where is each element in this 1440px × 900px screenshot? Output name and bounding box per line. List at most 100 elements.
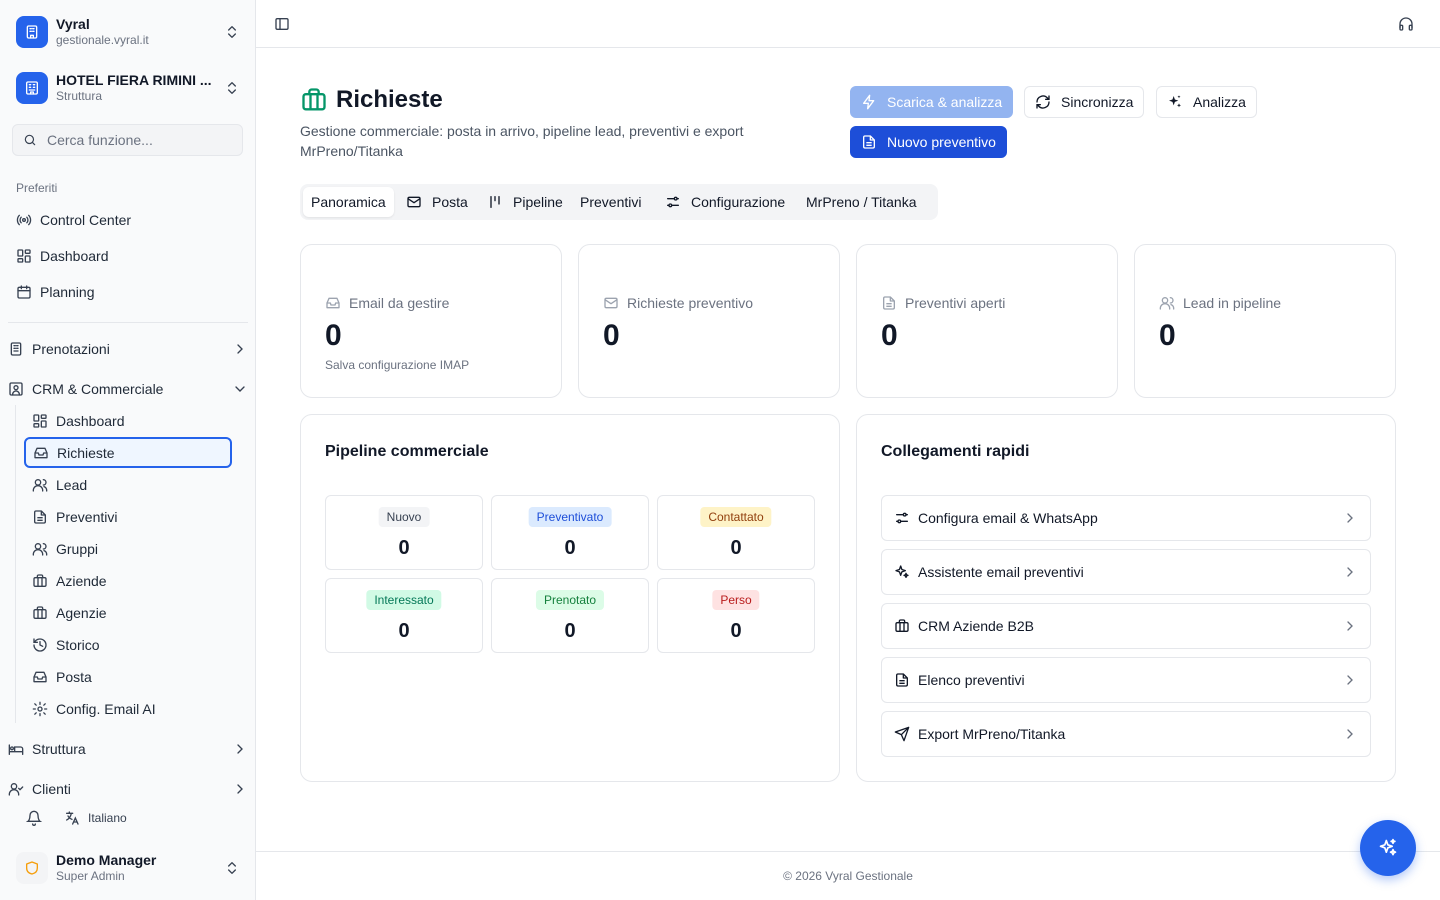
- function-search[interactable]: [12, 124, 243, 156]
- sidebar-divider: [8, 322, 248, 323]
- sliders-icon: [896, 512, 908, 524]
- quick-links-card: Collegamenti rapidi Configura email & Wh…: [856, 414, 1396, 782]
- workspace-switcher[interactable]: Vyral gestionale.vyral.it: [8, 8, 248, 56]
- panel-left-icon: [275, 18, 289, 30]
- language-selector[interactable]: Italiano: [64, 804, 127, 832]
- stage-badge: Nuovo: [378, 507, 430, 527]
- sync-button[interactable]: Sincronizza: [1024, 86, 1145, 118]
- quick-link-label: Configura email & WhatsApp: [918, 510, 1098, 526]
- new-quote-button[interactable]: Nuovo preventivo: [850, 126, 1007, 158]
- sidebar-item-lead[interactable]: Lead: [24, 470, 232, 500]
- pipeline-stage-contattato[interactable]: Contattato 0: [657, 495, 815, 570]
- section-clienti[interactable]: Clienti: [8, 773, 248, 797]
- stat-card-richieste: Richieste preventivo 0: [578, 244, 840, 398]
- sidebar-item-aziende[interactable]: Aziende: [24, 566, 232, 596]
- pipeline-stage-interessato[interactable]: Interessato 0: [325, 578, 483, 653]
- favorite-label: Dashboard: [40, 248, 109, 264]
- button-label: Sincronizza: [1061, 94, 1134, 110]
- sidebar-item-posta[interactable]: Posta: [24, 662, 232, 692]
- languages-icon: [66, 811, 79, 825]
- building-icon: [10, 342, 22, 356]
- briefcase-icon: [302, 88, 326, 111]
- user-check-icon: [8, 783, 24, 796]
- quick-link-crm-b2b[interactable]: CRM Aziende B2B: [881, 603, 1371, 649]
- sidebar-item-label: Dashboard: [56, 413, 125, 429]
- pipeline-stage-prenotato[interactable]: Prenotato 0: [491, 578, 649, 653]
- section-struttura[interactable]: Struttura: [8, 733, 248, 765]
- favorite-dashboard[interactable]: Dashboard: [16, 240, 240, 272]
- file-text-icon: [896, 673, 908, 687]
- quick-link-label: Assistente email preventivi: [918, 564, 1084, 580]
- section-label: CRM & Commerciale: [32, 381, 164, 397]
- submenu-guide: [15, 405, 16, 723]
- sidebar-item-label: Richieste: [57, 444, 115, 461]
- chevron-right-icon: [237, 744, 243, 754]
- language-label: Italiano: [88, 811, 127, 825]
- sidebar-item-gruppi[interactable]: Gruppi: [24, 534, 232, 564]
- workspace-domain: gestionale.vyral.it: [56, 33, 149, 47]
- favorite-control-center[interactable]: Control Center: [16, 204, 240, 236]
- button-label: Scarica & analizza: [887, 94, 1003, 110]
- stat-label: Lead in pipeline: [1183, 295, 1282, 311]
- user-name: Demo Manager: [56, 852, 157, 868]
- stage-count: 0: [564, 537, 576, 559]
- kanban-icon: [490, 196, 500, 208]
- sparkles-icon: [895, 565, 909, 578]
- hotel-icon: [16, 72, 48, 104]
- stage-count: 0: [398, 620, 410, 642]
- tab-configurazione[interactable]: Configurazione: [657, 187, 793, 217]
- section-label: Clienti: [32, 781, 71, 797]
- section-crm[interactable]: CRM & Commerciale: [8, 373, 248, 405]
- download-analyze-button[interactable]: Scarica & analizza: [850, 86, 1014, 118]
- chevron-right-icon: [1347, 729, 1353, 739]
- stat-value: 0: [1159, 319, 1176, 352]
- property-type: Struttura: [56, 89, 103, 103]
- grid-icon: [33, 414, 47, 428]
- stat-label: Preventivi aperti: [905, 295, 1006, 311]
- support-button[interactable]: [1392, 10, 1420, 38]
- property-name: HOTEL FIERA RIMINI ...: [56, 72, 212, 88]
- stat-card-preventivi: Preventivi aperti 0: [856, 244, 1118, 398]
- pipeline-stage-perso[interactable]: Perso 0: [657, 578, 815, 653]
- sidebar-item-preventivi[interactable]: Preventivi: [24, 502, 232, 532]
- pipeline-stage-nuovo[interactable]: Nuovo 0: [325, 495, 483, 570]
- building-icon: [16, 16, 48, 48]
- pipeline-stage-preventivato[interactable]: Preventivato 0: [491, 495, 649, 570]
- tab-pipeline[interactable]: Pipeline: [479, 187, 571, 217]
- tab-label: Posta: [432, 194, 468, 210]
- sidebar-item-storico[interactable]: Storico: [24, 630, 232, 660]
- notifications-button[interactable]: [20, 804, 48, 832]
- sidebar-item-dashboard[interactable]: Dashboard: [24, 406, 232, 436]
- tab-panoramica[interactable]: Panoramica: [303, 187, 394, 217]
- stat-value: 0: [603, 319, 620, 352]
- zap-icon: [863, 94, 875, 110]
- sidebar-item-config-email-ai[interactable]: Config. Email AI: [24, 694, 232, 724]
- quick-link-quote-list[interactable]: Elenco preventivi: [881, 657, 1371, 703]
- sidebar-item-richieste[interactable]: Richieste: [24, 437, 232, 468]
- favorite-planning[interactable]: Planning: [16, 276, 240, 308]
- property-switcher[interactable]: HOTEL FIERA RIMINI ... Struttura: [8, 64, 248, 112]
- quick-link-email-assistant[interactable]: Assistente email preventivi: [881, 549, 1371, 595]
- search-input[interactable]: [47, 132, 227, 148]
- chevrons-up-down-icon: [228, 82, 236, 94]
- main-content: Richieste Gestione commerciale: posta in…: [256, 0, 1440, 900]
- pipeline-card: Pipeline commerciale Nuovo 0 Preventivat…: [300, 414, 840, 782]
- quick-link-label: Elenco preventivi: [918, 672, 1025, 688]
- button-label: Analizza: [1193, 94, 1246, 110]
- tab-posta[interactable]: Posta: [398, 187, 476, 217]
- toggle-sidebar-button[interactable]: [268, 10, 296, 38]
- quick-link-export-mrpreno[interactable]: Export MrPreno/Titanka: [881, 711, 1371, 757]
- analyze-button[interactable]: Analizza: [1156, 86, 1257, 118]
- quick-link-configure-email[interactable]: Configura email & WhatsApp: [881, 495, 1371, 541]
- sidebar-item-agenzie[interactable]: Agenzie: [24, 598, 232, 628]
- tab-mrpreno-titanka[interactable]: MrPreno / Titanka: [798, 187, 925, 217]
- mail-icon: [604, 297, 618, 309]
- section-label: Prenotazioni: [32, 341, 110, 357]
- tab-preventivi[interactable]: Preventivi: [572, 187, 649, 217]
- briefcase-icon: [33, 574, 47, 587]
- stat-card-lead: Lead in pipeline 0: [1134, 244, 1396, 398]
- ai-assistant-button[interactable]: [1360, 820, 1416, 876]
- section-prenotazioni[interactable]: Prenotazioni: [8, 333, 248, 365]
- user-menu[interactable]: Demo Manager Super Admin: [8, 844, 248, 892]
- users-icon: [32, 479, 48, 492]
